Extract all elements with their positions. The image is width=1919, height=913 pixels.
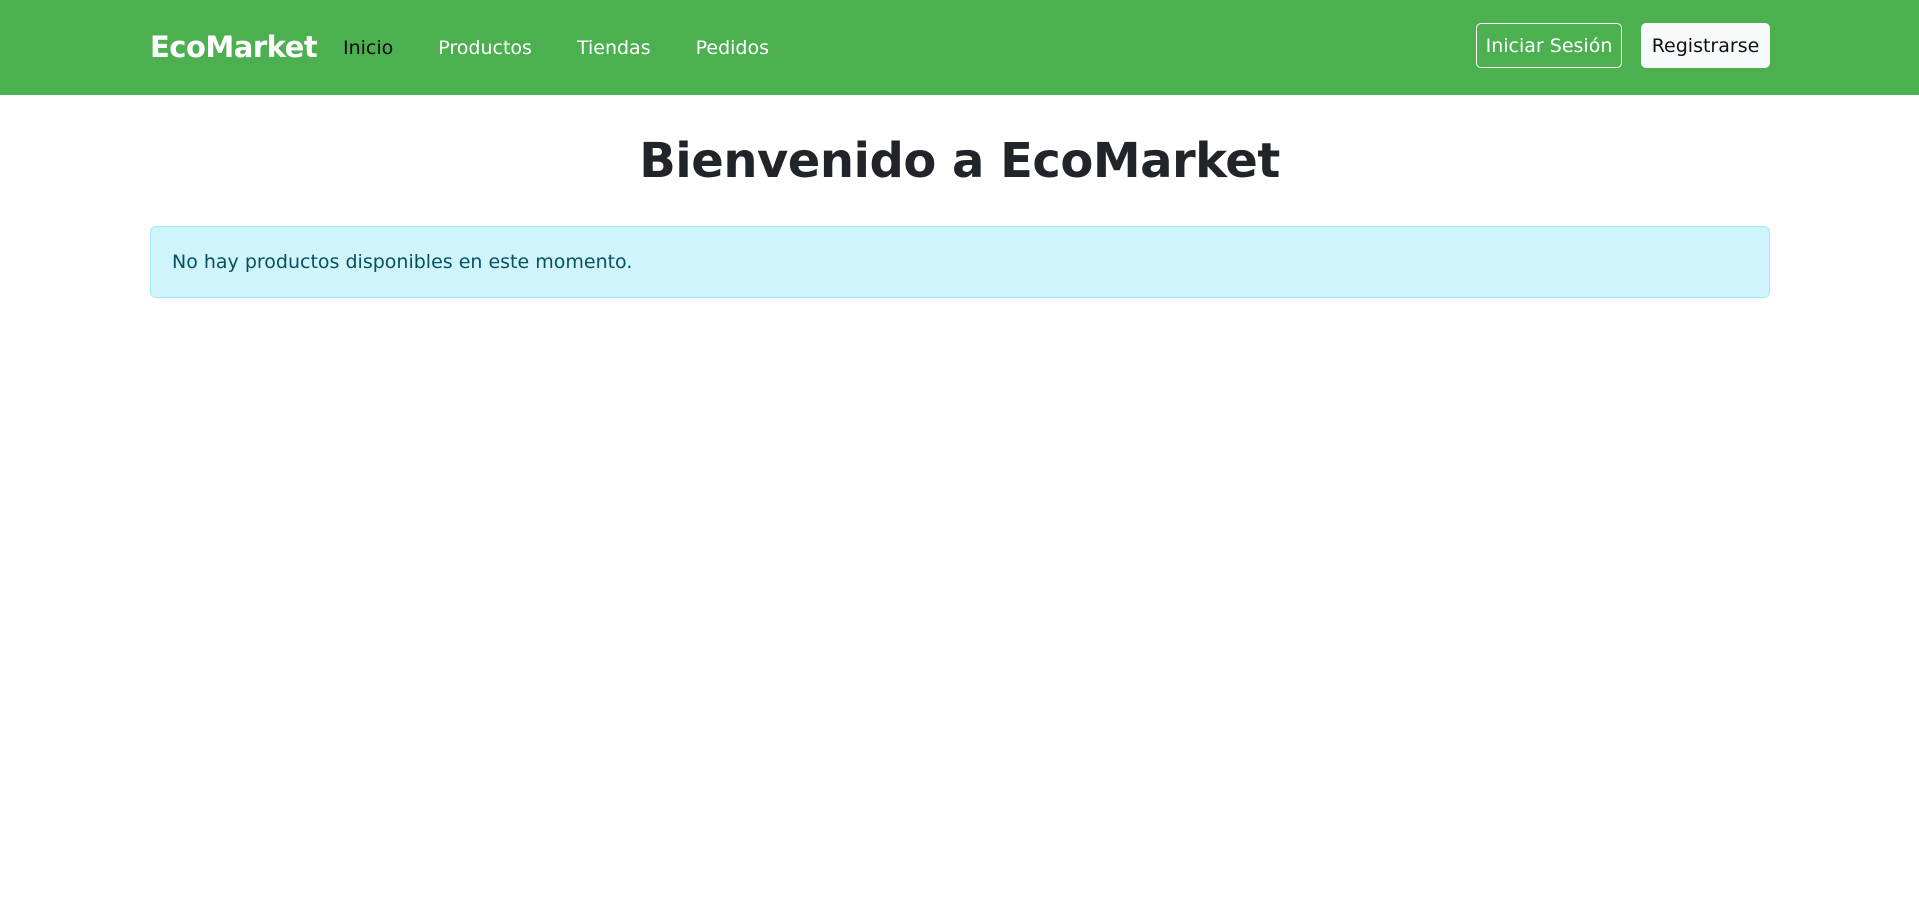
- nav-link-pedidos[interactable]: Pedidos: [696, 37, 769, 59]
- info-alert: No hay productos disponibles en este mom…: [150, 226, 1770, 298]
- page-title: Bienvenido a EcoMarket: [639, 133, 1280, 189]
- login-button[interactable]: Iniciar Sesión: [1476, 23, 1622, 68]
- register-button[interactable]: Registrarse: [1641, 23, 1770, 68]
- nav-link-inicio[interactable]: Inicio: [343, 37, 393, 59]
- nav-link-productos[interactable]: Productos: [438, 37, 532, 59]
- nav-link-tiendas[interactable]: Tiendas: [577, 37, 651, 59]
- navbar: EcoMarket Inicio Productos Tiendas Pedid…: [0, 0, 1919, 95]
- nav-links: Inicio Productos Tiendas Pedidos: [343, 37, 814, 59]
- brand-logo[interactable]: EcoMarket: [150, 30, 318, 64]
- alert-text: No hay productos disponibles en este mom…: [172, 251, 633, 273]
